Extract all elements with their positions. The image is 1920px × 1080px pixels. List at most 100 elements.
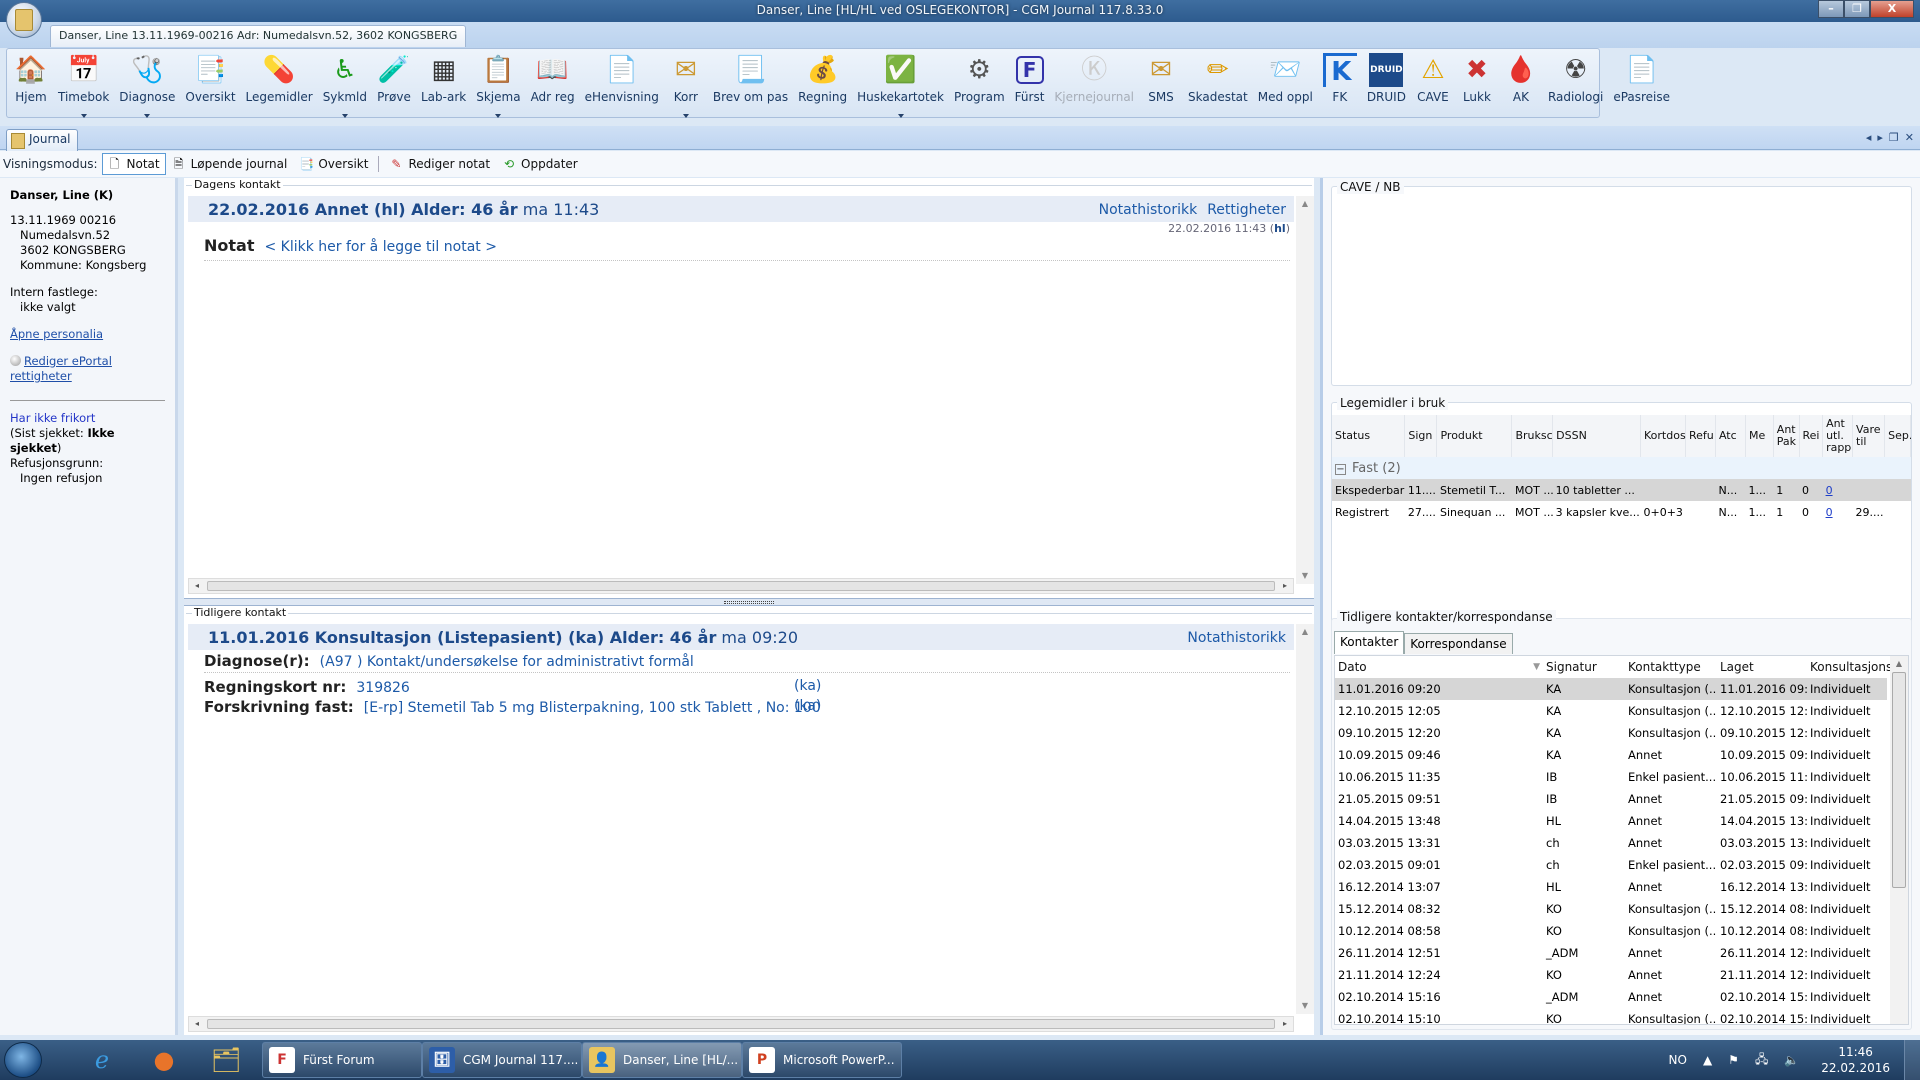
contact-row[interactable]: 12.10.2015 12:05 KA Konsultasjon (... 12.10… — [1335, 700, 1887, 722]
column-header-konsultasjonst[interactable]: Konsultasjonst — [1807, 656, 1897, 678]
today-horizontal-scrollbar[interactable]: ◂ ▸ — [188, 578, 1294, 594]
scrollbar-thumb[interactable] — [1892, 672, 1906, 888]
open-personalia-link[interactable]: Åpne personalia — [10, 327, 103, 341]
ribbon-button-skjema[interactable]: 📋 Skjema — [471, 49, 525, 118]
network-icon[interactable]: 🖧 — [1755, 1050, 1768, 1071]
previous-note-history-link[interactable]: Notathistorikk — [1187, 630, 1286, 646]
app-menu-button[interactable] — [6, 2, 42, 38]
medication-row[interactable]: Registrert 27.... Sinequan ... MOT ... 3 kap… — [1332, 501, 1911, 523]
ribbon-button-korr[interactable]: ✉ Korr — [664, 49, 708, 118]
contact-row[interactable]: 10.06.2015 11:35 IB Enkel pasient... 10.06.… — [1335, 766, 1887, 788]
previous-horizontal-scrollbar[interactable]: ◂ ▸ — [188, 1016, 1294, 1032]
column-header[interactable]: Bruksc — [1511, 415, 1554, 457]
rights-link[interactable]: Rettigheter — [1207, 202, 1286, 218]
language-indicator[interactable]: NO — [1669, 1053, 1687, 1067]
column-header[interactable]: DSSN — [1552, 415, 1641, 457]
ribbon-button-adr-reg[interactable]: 📖 Adr reg — [526, 49, 580, 117]
column-header[interactable]: Ant Pak — [1773, 415, 1800, 457]
ribbon-button-f-rst[interactable]: F Fürst — [1010, 49, 1050, 117]
medication-group-row[interactable]: − Fast (2) — [1332, 457, 1911, 479]
column-header[interactable]: Ant utl. rapp — [1822, 415, 1854, 457]
tab-kontakter[interactable]: Kontakter — [1334, 631, 1405, 654]
ribbon-button-diagnose[interactable]: 🩺 Diagnose — [114, 49, 180, 118]
column-header[interactable]: Produkt — [1436, 415, 1513, 457]
firefox-icon[interactable]: ● — [146, 1044, 182, 1076]
previous-vertical-scrollbar[interactable]: ▲ ▼ — [1296, 624, 1314, 1014]
column-header[interactable]: Rei — [1799, 415, 1824, 457]
ribbon-button-ehenvisning[interactable]: 📄 eHenvisning — [580, 49, 664, 117]
note-history-link[interactable]: Notathistorikk — [1099, 202, 1198, 218]
chevron-down-icon[interactable] — [144, 114, 151, 118]
column-header-signatur[interactable]: Signatur — [1543, 656, 1625, 678]
ribbon-button-sykmld[interactable]: ♿ Sykmld — [318, 49, 372, 118]
ribbon-button-cave[interactable]: ⚠ CAVE — [1411, 49, 1455, 117]
chevron-down-icon[interactable] — [682, 114, 689, 118]
ribbon-button-radiologi[interactable]: ☢ Radiologi — [1543, 49, 1608, 117]
mode-lopende-journal-button[interactable]: 🗎 Løpende journal — [166, 153, 294, 175]
contact-row[interactable]: 10.12.2014 08:58 KO Konsultasjon (... 10.12… — [1335, 920, 1887, 942]
ribbon-button-lab-ark[interactable]: ▦ Lab-ark — [416, 49, 471, 117]
column-header[interactable]: Vare til — [1852, 415, 1886, 457]
eportal-rights-link[interactable]: Rediger ePortal rettigheter — [10, 354, 112, 383]
ribbon-button-lukk[interactable]: ✖ Lukk — [1455, 49, 1499, 117]
mode-oversikt-button[interactable]: 📑 Oversikt — [293, 153, 374, 175]
column-header-kontakttype[interactable]: Kontakttype — [1625, 656, 1717, 678]
internet-explorer-icon[interactable]: ℯ — [84, 1044, 120, 1076]
chevron-down-icon[interactable] — [341, 114, 348, 118]
tab-journal[interactable]: Journal — [6, 129, 78, 151]
column-header[interactable]: Me — [1745, 415, 1774, 457]
column-header-dato[interactable]: Dato ▼ — [1335, 656, 1543, 678]
ribbon-button-oversikt[interactable]: 📑 Oversikt — [180, 49, 240, 117]
contact-row[interactable]: 15.12.2014 08:32 KO Konsultasjon (... 15.12… — [1335, 898, 1887, 920]
ribbon-button-ak[interactable]: 🩸 AK — [1499, 49, 1543, 117]
patient-tab[interactable]: Danser, Line 13.11.1969-00216 Adr: Numed… — [50, 25, 467, 47]
close-button[interactable]: X — [1870, 0, 1914, 18]
contact-row[interactable]: 02.10.2014 15:10 KO Konsultasjon (... 02.10… — [1335, 1008, 1887, 1024]
contact-row[interactable]: 02.10.2014 15:16 _ADM Annet 02.10.2014 15:.… — [1335, 986, 1887, 1008]
ribbon-button-hjem[interactable]: 🏠 Hjem — [9, 49, 53, 117]
edit-note-button[interactable]: ✎ Rediger notat — [383, 153, 496, 175]
add-note-link[interactable]: < Klikk her for å legge til notat > — [264, 239, 496, 255]
show-desktop-button[interactable] — [1904, 1040, 1920, 1080]
ribbon-button-prøve[interactable]: 🧪 Prøve — [372, 49, 416, 117]
ribbon-button-fk[interactable]: K FK — [1318, 49, 1362, 117]
ribbon-button-druid[interactable]: DRUID DRUID — [1362, 49, 1411, 117]
contact-row[interactable]: 02.03.2015 09:01 ch Enkel pasient... 02.03.… — [1335, 854, 1887, 876]
ribbon-button-legemidler[interactable]: 💊 Legemidler — [241, 49, 318, 117]
clock[interactable]: 11:46 22.02.2016 — [1821, 1044, 1890, 1076]
contact-row[interactable]: 21.05.2015 09:51 IB Annet 21.05.2015 09:...… — [1335, 788, 1887, 810]
action-center-flag-icon[interactable]: ⚑ — [1728, 1053, 1739, 1067]
contact-row[interactable]: 21.11.2014 12:24 KO Annet 21.11.2014 12:...… — [1335, 964, 1887, 986]
ribbon-button-program[interactable]: ⚙ Program — [949, 49, 1010, 117]
tab-restore-icon[interactable]: ❐ — [1889, 131, 1899, 144]
dispensed-count-link[interactable]: 0 — [1826, 506, 1833, 519]
ribbon-button-epasreise[interactable]: 📄 ePasreise — [1608, 49, 1675, 117]
contact-row[interactable]: 26.11.2014 12:51 _ADM Annet 26.11.2014 12:.… — [1335, 942, 1887, 964]
chevron-down-icon[interactable] — [897, 114, 904, 118]
contact-row[interactable]: 10.09.2015 09:46 KA Annet 10.09.2015 09:...… — [1335, 744, 1887, 766]
chevron-down-icon[interactable] — [80, 114, 87, 118]
refresh-button[interactable]: ⟲ Oppdater — [496, 153, 584, 175]
contact-row[interactable]: 14.04.2015 13:48 HL Annet 14.04.2015 13:...… — [1335, 810, 1887, 832]
ribbon-button-timebok[interactable]: 📅 Timebok — [53, 49, 114, 118]
contact-row[interactable]: 16.12.2014 13:07 HL Annet 16.12.2014 13:...… — [1335, 876, 1887, 898]
ribbon-button-brev-om-pas[interactable]: 📃 Brev om pas — [708, 49, 793, 117]
minimize-button[interactable]: – — [1818, 0, 1844, 18]
column-header[interactable]: Status — [1332, 415, 1406, 457]
panel-splitter[interactable] — [184, 598, 1314, 606]
medication-row[interactable]: Ekspederbar 11.... Stemetil T... MOT ... 10 … — [1332, 479, 1911, 501]
tray-expand-icon[interactable]: ▲ — [1703, 1053, 1712, 1067]
taskbar-task[interactable]: P Microsoft PowerP... — [742, 1042, 902, 1078]
contacts-scrollbar[interactable]: ▲ — [1890, 656, 1908, 1024]
collapse-icon[interactable]: − — [1335, 463, 1346, 475]
chevron-down-icon[interactable] — [495, 114, 502, 118]
column-header[interactable]: Refu — [1685, 415, 1716, 457]
tab-next-icon[interactable]: ▸ — [1877, 131, 1883, 144]
column-header[interactable]: Kortdos — [1640, 415, 1686, 457]
ribbon-button-skadestat[interactable]: ✏ Skadestat — [1183, 49, 1253, 117]
tab-close-icon[interactable]: ✕ — [1905, 131, 1914, 144]
column-header[interactable]: Atc — [1715, 415, 1746, 457]
column-header[interactable]: Sep. — [1884, 415, 1911, 457]
dispensed-count-link[interactable]: 0 — [1826, 484, 1833, 497]
tab-prev-icon[interactable]: ◂ — [1866, 131, 1872, 144]
